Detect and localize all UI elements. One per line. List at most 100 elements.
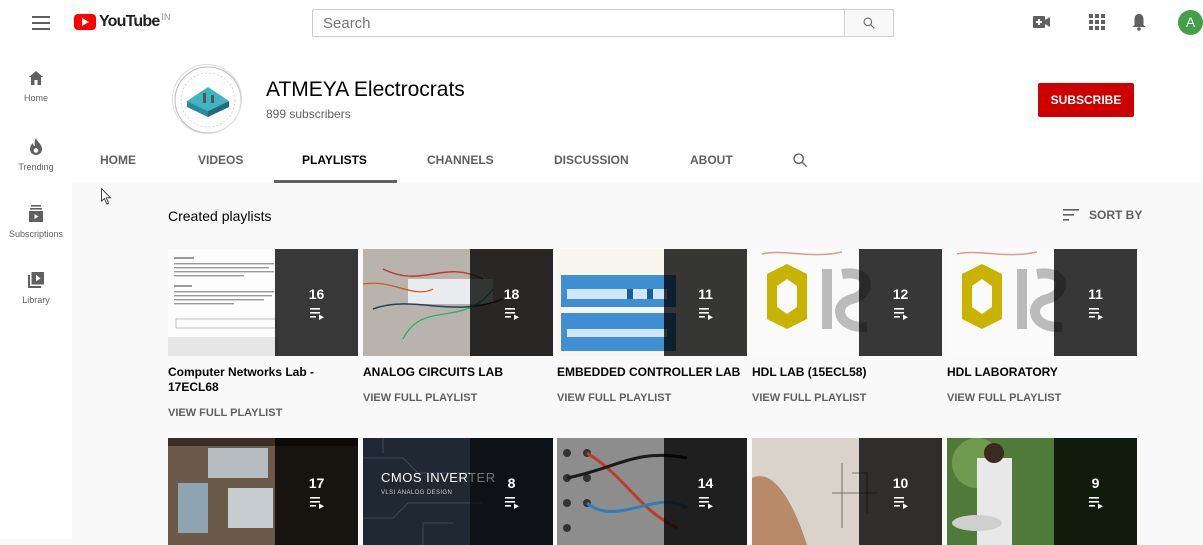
video-count: 9 [1091,474,1100,491]
subscribe-button[interactable]: SUBSCRIBE [1038,83,1134,117]
playlist-icon [893,307,908,320]
playlist-card[interactable]: 17 [168,438,358,545]
sidebar-item-label: Trending [18,162,54,172]
playlist-icon [1088,307,1103,320]
view-full-playlist-link[interactable]: VIEW FULL PLAYLIST [557,392,747,404]
playlist-card[interactable]: 9 [947,438,1137,545]
subscriber-count: 899 subscribers [266,107,351,121]
menu-icon[interactable] [32,16,50,30]
active-tab-indicator [274,180,397,183]
masthead: YouTube IN A [0,0,1203,46]
trending-icon [30,138,42,155]
video-count: 8 [507,474,516,491]
playlist-card[interactable]: 14 [557,438,747,545]
video-count: 12 [892,285,909,302]
playlist-card[interactable]: 11 HDL LABORATORY VIEW FULL PLAYLIST [947,249,1137,404]
sort-by-label: SORT BY [1089,208,1143,222]
playlist-card[interactable]: 11 EMBEDDED CONTROLLER LAB VIEW FULL PLA… [557,249,747,404]
tab-channels[interactable]: CHANNELS [427,153,494,167]
playlist-icon [698,307,713,320]
video-count: 11 [1088,285,1103,302]
playlist-thumbnail[interactable]: 16 [168,249,358,356]
video-count: 10 [892,474,909,491]
playlist-card[interactable]: 12 HDL LAB (15ECL58) VIEW FULL PLAYLIST [752,249,942,404]
playlist-overlay: 17 [275,438,358,545]
playlist-overlay: 11 [1054,249,1137,356]
playlist-thumbnail[interactable]: 18 [363,249,553,356]
playlist-overlay: 18 [470,249,553,356]
home-icon [29,71,43,85]
playlist-overlay: 11 [664,249,747,356]
sort-icon [1063,209,1079,221]
channel-header: ATMEYA Electrocrats 899 subscribers SUBS… [72,46,1203,183]
section-title: Created playlists [168,208,272,224]
playlist-thumbnail[interactable]: 9 [947,438,1137,545]
search-bar [312,9,894,37]
tab-home[interactable]: HOME [100,153,136,167]
tab-playlists[interactable]: PLAYLISTS [302,153,367,167]
view-full-playlist-link[interactable]: VIEW FULL PLAYLIST [168,407,358,419]
view-full-playlist-link[interactable]: VIEW FULL PLAYLIST [752,392,942,404]
channel-title: ATMEYA Electrocrats [266,78,465,101]
playlist-thumbnail[interactable]: 11 [947,249,1137,356]
channel-search-icon[interactable] [792,152,808,168]
playlist-card[interactable]: 16 Computer Networks Lab - 17ECL68 VIEW … [168,249,358,419]
sort-by-button[interactable]: SORT BY [1063,208,1142,222]
playlist-overlay: 9 [1054,438,1137,545]
view-full-playlist-link[interactable]: VIEW FULL PLAYLIST [363,392,553,404]
playlist-overlay: 10 [859,438,942,545]
playlist-thumbnail[interactable]: 10 [752,438,942,545]
create-video-icon[interactable] [1033,15,1050,29]
tab-videos[interactable]: VIDEOS [198,153,243,167]
playlist-icon [698,496,713,509]
search-input[interactable] [312,9,844,37]
playlist-card[interactable]: 18 ANALOG CIRCUITS LAB VIEW FULL PLAYLIS… [363,249,553,404]
library-icon [28,272,44,288]
channel-avatar[interactable] [172,64,242,134]
playlist-title[interactable]: Computer Networks Lab - 17ECL68 [168,365,353,395]
playlist-card[interactable]: CMOS INVERTER VLSI ANALOG DESIGN 8 [363,438,553,545]
playlist-title[interactable]: EMBEDDED CONTROLLER LAB [557,365,742,380]
playlist-icon [893,496,908,509]
search-icon [863,17,875,29]
logo-country: IN [161,12,171,22]
playlist-icon [309,496,324,509]
search-button[interactable] [844,9,894,37]
tab-about[interactable]: ABOUT [690,153,733,167]
thumbnail-subcaption: VLSI ANALOG DESIGN [381,490,453,496]
playlist-thumbnail[interactable]: 12 [752,249,942,356]
sidebar-item-library[interactable]: Library [0,268,72,328]
account-avatar[interactable]: A [1178,10,1203,35]
playlist-thumbnail[interactable]: 17 [168,438,358,545]
mouse-cursor-icon [101,188,112,205]
playlist-title[interactable]: HDL LABORATORY [947,365,1132,380]
logo-text: YouTube [99,13,160,30]
playlist-thumbnail[interactable]: CMOS INVERTER VLSI ANALOG DESIGN 8 [363,438,553,545]
playlist-title[interactable]: HDL LAB (15ECL58) [752,365,937,380]
playlist-thumbnail[interactable]: 14 [557,438,747,545]
playlist-card[interactable]: 10 [752,438,942,545]
subscriptions-icon [29,205,43,222]
channel-logo-icon [174,66,241,133]
view-full-playlist-link[interactable]: VIEW FULL PLAYLIST [947,392,1137,404]
playlist-thumbnail[interactable]: 11 [557,249,747,356]
channel-tabs: HOME VIDEOS PLAYLISTS CHANNELS DISCUSSIO… [72,144,1203,183]
sidebar-item-label: Library [22,295,50,305]
video-count: 16 [308,285,325,302]
tab-discussion[interactable]: DISCUSSION [554,153,629,167]
video-count: 11 [698,285,713,302]
youtube-logo[interactable]: YouTube IN [74,12,171,31]
youtube-play-icon [74,14,96,30]
sidebar-item-home[interactable]: Home [0,66,72,126]
playlist-title[interactable]: ANALOG CIRCUITS LAB [363,365,548,380]
sidebar-item-subscriptions[interactable]: Subscriptions [0,201,72,261]
notifications-icon[interactable] [1132,13,1146,31]
video-count: 14 [697,474,714,491]
mini-guide: Home Trending Subscriptions Library [0,46,72,539]
apps-icon[interactable] [1089,14,1105,30]
playlist-icon [309,307,324,320]
playlist-overlay: 8 [470,438,553,545]
playlist-overlay: 16 [275,249,358,356]
sidebar-item-label: Subscriptions [8,229,64,239]
sidebar-item-trending[interactable]: Trending [0,134,72,194]
